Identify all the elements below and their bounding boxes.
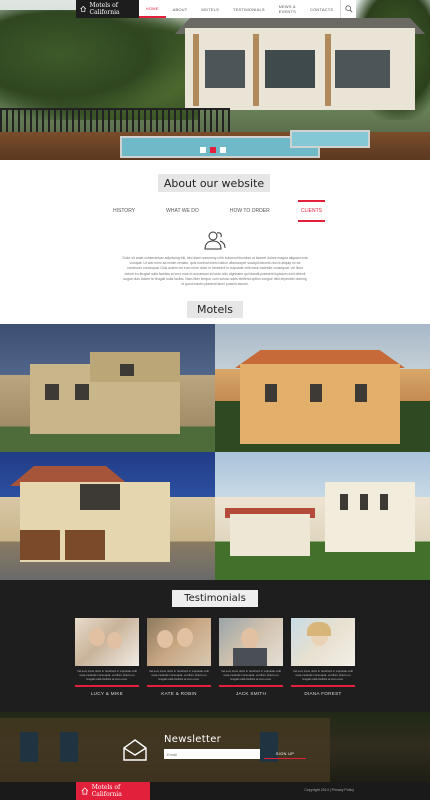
testimonial-divider: [291, 685, 355, 687]
nav-item-home[interactable]: HOME: [138, 0, 166, 18]
newsletter-overlay: [0, 712, 430, 782]
motel-window: [45, 384, 59, 400]
testimonial-photo: [147, 618, 211, 666]
tab-history[interactable]: HISTORY: [110, 200, 138, 222]
newsletter-title: Newsletter: [164, 734, 222, 745]
motels-section-title: Motels: [187, 301, 243, 318]
nav-item-contacts[interactable]: CONTACTS: [303, 0, 340, 18]
motel-building: [90, 352, 180, 382]
logo-text: Motels of California: [89, 2, 120, 16]
newsletter-section: [0, 712, 430, 782]
hero-house-column: [253, 34, 259, 106]
hero-house-window: [205, 50, 245, 88]
site-logo[interactable]: Motels of California: [76, 0, 139, 18]
tab-how-to-order[interactable]: HOW TO ORDER: [227, 200, 273, 222]
testimonial-card: Vel eum iriure dolor in hendrerit in vul…: [147, 618, 211, 696]
users-icon: [204, 231, 226, 250]
testimonial-card: Vel eum iriure dolor in hendrerit in vul…: [291, 618, 355, 696]
nav-item-testimonials[interactable]: TESTIMONIALS: [226, 0, 272, 18]
about-description: Dolor sit amet consectetuer adipiscing e…: [122, 256, 308, 287]
email-field[interactable]: [164, 749, 260, 759]
hero-house-window: [265, 50, 315, 88]
site-footer: Motels of California Copyright 2014 | Pr…: [0, 782, 430, 800]
testimonial-name: LUCY & MIKE: [90, 691, 124, 696]
slider-dot-active[interactable]: [210, 147, 216, 153]
person-face: [157, 630, 173, 648]
testimonial-divider: [75, 685, 139, 687]
testimonial-quote: Vel eum iriure dolor in hendrerit in vul…: [221, 669, 281, 681]
motel-window: [120, 364, 134, 376]
testimonial-name: KATE & ROBIN: [161, 691, 197, 696]
person-face: [107, 632, 122, 649]
testimonial-card: Vel eum iriure dolor in hendrerit in vul…: [219, 618, 283, 696]
copyright-text[interactable]: Copyright 2014 | Privacy Policy: [304, 788, 354, 792]
house-icon: [80, 5, 87, 12]
motel-window: [380, 494, 388, 510]
motel-window: [340, 494, 348, 510]
motel-photo[interactable]: [215, 324, 430, 452]
motel-garage-door: [20, 530, 60, 560]
about-tabs: HISTORY WHAT WE DO HOW TO ORDER CLIENTS: [110, 200, 325, 222]
hero-house-column: [325, 34, 331, 106]
testimonial-quote: Vel eum iriure dolor in hendrerit in vul…: [293, 669, 353, 681]
person-hair: [307, 622, 331, 636]
motel-photo[interactable]: [0, 324, 215, 452]
person-face: [89, 628, 105, 646]
testimonial-photo: [75, 618, 139, 666]
house-icon: [81, 787, 89, 795]
testimonial-name: JACK SMITH: [235, 691, 267, 696]
testimonial-divider: [219, 685, 283, 687]
motel-photo[interactable]: [0, 452, 215, 580]
motel-building: [230, 514, 310, 556]
testimonial-quote: Vel eum iriure dolor in hendrerit in vul…: [149, 669, 209, 681]
footer-logo[interactable]: Motels of California: [76, 782, 150, 800]
sign-up-button[interactable]: SIGN UP: [264, 749, 306, 759]
hero-house-column: [193, 34, 199, 106]
search-icon: [345, 5, 353, 13]
testimonials-section: Testimonials Vel eum iriure dolor in hen…: [0, 580, 430, 712]
motel-window: [310, 384, 322, 402]
hero-spa: [290, 130, 370, 148]
motel-window: [265, 384, 277, 402]
person-suit: [233, 648, 267, 666]
hero-slider: [0, 0, 430, 160]
motel-garage-door: [65, 530, 105, 560]
footer-logo-text: Motels of California: [91, 784, 122, 798]
motel-window: [80, 484, 120, 510]
nav-menu: HOME ABOUT MOTELS TESTIMONIALS NEWS & EV…: [138, 0, 341, 18]
motel-building: [325, 482, 415, 552]
motel-photo[interactable]: [215, 452, 430, 580]
testimonial-photo: [219, 618, 283, 666]
nav-item-news-events[interactable]: NEWS & EVENTS: [272, 0, 303, 18]
hero-house: [185, 28, 415, 110]
testimonial-name: DIANA FOREST: [304, 691, 342, 696]
motel-window: [360, 494, 368, 510]
motel-building: [240, 364, 400, 444]
person-face: [177, 628, 193, 647]
slider-dot[interactable]: [220, 147, 226, 153]
testimonials-section-title: Testimonials: [172, 590, 258, 607]
testimonial-card: Vel eum iriure dolor in hendrerit in vul…: [75, 618, 139, 696]
tab-what-we-do[interactable]: WHAT WE DO: [163, 200, 202, 222]
nav-item-about[interactable]: ABOUT: [166, 0, 195, 18]
search-button[interactable]: [340, 0, 356, 18]
testimonial-photo: [291, 618, 355, 666]
envelope-icon: [123, 739, 147, 761]
slider-pagination: [200, 147, 226, 153]
person-face: [241, 628, 259, 649]
testimonial-divider: [147, 685, 211, 687]
motel-window: [75, 384, 89, 400]
about-section-title: About our website: [158, 174, 270, 192]
nav-item-motels[interactable]: MOTELS: [194, 0, 226, 18]
hero-trees-left: [0, 10, 200, 120]
testimonial-quote: Vel eum iriure dolor in hendrerit in vul…: [77, 669, 137, 681]
slider-dot[interactable]: [200, 147, 206, 153]
tab-clients[interactable]: CLIENTS: [297, 200, 325, 222]
main-navigation: Motels of California HOME ABOUT MOTELS T…: [76, 0, 356, 18]
hero-house-window: [335, 50, 390, 88]
motel-window: [355, 384, 367, 402]
